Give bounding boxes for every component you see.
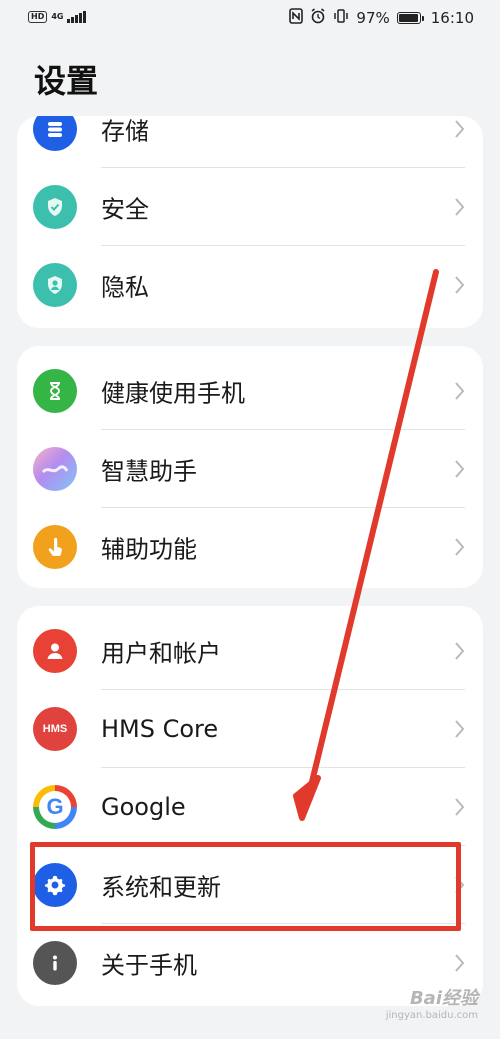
status-right: 97% 16:10 [289, 8, 474, 28]
settings-item-label: Google [101, 793, 186, 821]
settings-group-1: 存储 安全 隐私 [17, 116, 483, 328]
watermark: Bai经验 [409, 988, 478, 1009]
nfc-icon [289, 8, 304, 28]
settings-item-security[interactable]: 安全 [17, 168, 483, 246]
battery-percent: 97% [356, 9, 390, 27]
chevron-right-icon [455, 642, 465, 660]
watermark-url: jingyan.baidu.com [385, 1010, 478, 1021]
privacy-icon [33, 263, 77, 307]
signal-icon [67, 11, 86, 23]
settings-item-label: 关于手机 [101, 951, 197, 980]
settings-item-label: HMS Core [101, 715, 219, 743]
vibrate-icon [333, 8, 349, 28]
hd-badge: HD [28, 11, 48, 23]
hms-icon: HMS [33, 707, 77, 751]
settings-item-accessibility[interactable]: 辅助功能 [17, 508, 483, 586]
chevron-right-icon [455, 876, 465, 894]
settings-item-label: 用户和帐户 [101, 639, 221, 668]
settings-item-privacy[interactable]: 隐私 [17, 246, 483, 324]
settings-item-storage[interactable]: 存储 [17, 116, 483, 168]
chevron-right-icon [455, 382, 465, 400]
chevron-right-icon [455, 954, 465, 972]
chevron-right-icon [455, 120, 465, 138]
chevron-right-icon [455, 276, 465, 294]
chevron-right-icon [455, 460, 465, 478]
chevron-right-icon [455, 538, 465, 556]
settings-item-label: 隐私 [101, 273, 149, 302]
settings-item-label: 安全 [101, 195, 149, 224]
gear-icon [33, 863, 77, 907]
settings-item-label: 辅助功能 [101, 535, 197, 564]
settings-item-hms-core[interactable]: HMS HMS Core [17, 690, 483, 768]
shield-icon [33, 185, 77, 229]
settings-item-label: 健康使用手机 [101, 379, 245, 408]
google-icon: G [33, 785, 77, 829]
settings-item-system-update[interactable]: 系统和更新 [17, 846, 483, 924]
settings-item-label: 存储 [101, 117, 149, 146]
accessibility-hand-icon [33, 525, 77, 569]
status-left: HD 4G [28, 11, 86, 23]
assistant-icon [33, 447, 77, 491]
page-title: 设置 [34, 62, 99, 100]
info-icon [33, 941, 77, 985]
status-bar: HD 4G 97% 16:10 [0, 0, 500, 38]
network-type: 4G [51, 12, 64, 21]
alarm-icon [310, 8, 326, 28]
chevron-right-icon [455, 720, 465, 738]
clock: 16:10 [430, 9, 474, 27]
battery-fill [398, 14, 419, 22]
google-icon-letter: G [46, 794, 64, 819]
hourglass-icon [33, 369, 77, 413]
settings-item-label: 系统和更新 [101, 873, 221, 902]
settings-group-3: 用户和帐户 HMS HMS Core G Google 系统和更新 关于手机 [17, 606, 483, 1006]
battery-icon [396, 12, 424, 24]
user-icon [33, 629, 77, 673]
chevron-right-icon [455, 198, 465, 216]
hms-icon-text: HMS [42, 723, 68, 735]
settings-item-assistant[interactable]: 智慧助手 [17, 430, 483, 508]
settings-item-label: 智慧助手 [101, 457, 197, 486]
settings-item-users-accounts[interactable]: 用户和帐户 [17, 612, 483, 690]
chevron-right-icon [455, 798, 465, 816]
settings-item-google[interactable]: G Google [17, 768, 483, 846]
settings-item-digital-balance[interactable]: 健康使用手机 [17, 352, 483, 430]
settings-group-2: 健康使用手机 智慧助手 辅助功能 [17, 346, 483, 588]
storage-icon [33, 116, 77, 151]
